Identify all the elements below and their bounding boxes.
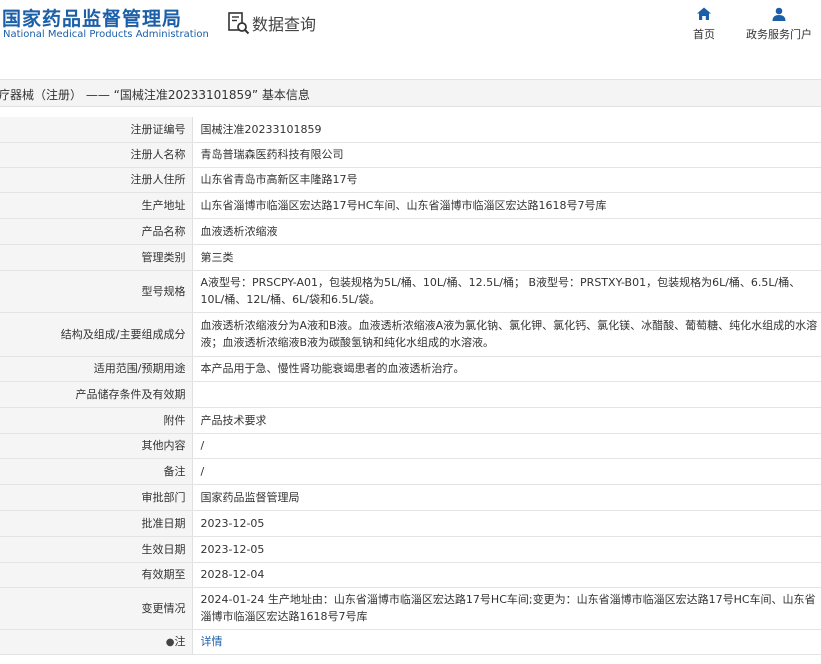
table-row: 结构及组成/主要组成成分 血液透析浓缩液分为A液和B液。血液透析浓缩液A液为氯化… xyxy=(0,312,821,357)
data-query-label: 数据查询 xyxy=(252,15,317,34)
row-value xyxy=(192,381,821,408)
details-link[interactable]: 详情 xyxy=(201,635,223,648)
row-label: 生产地址 xyxy=(0,192,193,219)
row-label: 审批部门 xyxy=(0,484,193,511)
table-row: 适用范围/预期用途 本产品用于急、慢性肾功能衰竭患者的血液透析治疗。 xyxy=(0,356,821,382)
row-value: A液型号：PRSCPY-A01，包装规格为5L/桶、10L/桶、12.5L/桶；… xyxy=(192,270,821,313)
nav-home-label: 首页 xyxy=(693,28,715,41)
note-label-cell: ●注 xyxy=(0,629,193,655)
nav-home[interactable]: 首页 xyxy=(664,6,744,42)
registration-detail-table: 注册证编号 国械注准20233101859 注册人名称 青岛普瑞森医药科技有限公… xyxy=(0,117,821,655)
row-label: 型号规格 xyxy=(0,270,193,313)
table-row: 注册证编号 国械注准20233101859 xyxy=(0,117,821,143)
data-query-heading: 数据查询 xyxy=(226,10,316,36)
row-value: 本产品用于急、慢性肾功能衰竭患者的血液透析治疗。 xyxy=(192,356,821,382)
row-label: 结构及组成/主要组成成分 xyxy=(0,312,193,357)
home-icon xyxy=(697,7,711,20)
table-row: 注册人名称 青岛普瑞森医药科技有限公司 xyxy=(0,142,821,168)
row-label: 变更情况 xyxy=(0,587,193,630)
row-label: 管理类别 xyxy=(0,244,193,271)
note-value-cell: 详情 xyxy=(192,629,821,655)
table-row: 有效期至 2028-12-04 xyxy=(0,562,821,588)
table-row: 其他内容 / xyxy=(0,433,821,459)
table-row: 生产地址 山东省淄博市临淄区宏达路17号HC车间、山东省淄博市临淄区宏达路161… xyxy=(0,192,821,219)
row-label: 生效日期 xyxy=(0,536,193,563)
row-value: 2028-12-04 xyxy=(192,562,821,588)
table-row: ●注 详情 xyxy=(0,629,821,655)
site-logo-subtitle: National Medical Products Administration xyxy=(3,29,209,40)
row-value: 2023-12-05 xyxy=(192,510,821,537)
row-value: 血液透析浓缩液 xyxy=(192,218,821,245)
site-logo-title[interactable]: 国家药品监督管理局 xyxy=(2,4,182,31)
row-value: 2024-01-24 生产地址由：山东省淄博市临淄区宏达路17号HC车间;变更为… xyxy=(192,587,821,630)
row-value: 国家药品监督管理局 xyxy=(192,484,821,511)
pin-icon: ● xyxy=(165,636,175,648)
row-value: 产品技术要求 xyxy=(192,407,821,434)
row-label: 产品名称 xyxy=(0,218,193,245)
nav-service-portal[interactable]: 政务服务门户 xyxy=(739,6,819,42)
row-label: 有效期至 xyxy=(0,562,193,588)
row-label: 注册证编号 xyxy=(0,117,193,143)
row-value: 2023-12-05 xyxy=(192,536,821,563)
row-label: 产品储存条件及有效期 xyxy=(0,381,193,408)
record-title-bar: 疗器械（注册） —— “国械注准20233101859” 基本信息 xyxy=(0,79,821,107)
row-label: 备注 xyxy=(0,458,193,485)
table-row: 批准日期 2023-12-05 xyxy=(0,510,821,537)
row-label: 注册人住所 xyxy=(0,167,193,193)
table-row: 型号规格 A液型号：PRSCPY-A01，包装规格为5L/桶、10L/桶、12.… xyxy=(0,270,821,313)
nav-service-label: 政务服务门户 xyxy=(746,28,812,41)
row-value: 国械注准20233101859 xyxy=(192,117,821,143)
table-row: 产品名称 血液透析浓缩液 xyxy=(0,218,821,245)
table-row: 产品储存条件及有效期 xyxy=(0,381,821,408)
table-row: 附件 产品技术要求 xyxy=(0,407,821,434)
row-value: 山东省青岛市高新区丰隆路17号 xyxy=(192,167,821,193)
row-label: 适用范围/预期用途 xyxy=(0,356,193,382)
record-title: 疗器械（注册） —— “国械注准20233101859” 基本信息 xyxy=(0,88,310,102)
row-label: 注册人名称 xyxy=(0,142,193,168)
row-value: 青岛普瑞森医药科技有限公司 xyxy=(192,142,821,168)
table-row: 管理类别 第三类 xyxy=(0,244,821,271)
note-label: 注 xyxy=(174,634,186,648)
table-row: 生效日期 2023-12-05 xyxy=(0,536,821,563)
table-row: 审批部门 国家药品监督管理局 xyxy=(0,484,821,511)
document-search-icon xyxy=(228,12,250,35)
row-value: 第三类 xyxy=(192,244,821,271)
site-header: 国家药品监督管理局 National Medical Products Admi… xyxy=(0,0,821,62)
row-value: / xyxy=(192,458,821,485)
row-label: 附件 xyxy=(0,407,193,434)
user-icon xyxy=(772,7,786,21)
row-value: 山东省淄博市临淄区宏达路17号HC车间、山东省淄博市临淄区宏达路1618号7号库 xyxy=(192,192,821,219)
row-value: / xyxy=(192,433,821,459)
row-label: 其他内容 xyxy=(0,433,193,459)
row-label: 批准日期 xyxy=(0,510,193,537)
table-row: 注册人住所 山东省青岛市高新区丰隆路17号 xyxy=(0,167,821,193)
table-row: 变更情况 2024-01-24 生产地址由：山东省淄博市临淄区宏达路17号HC车… xyxy=(0,587,821,630)
table-row: 备注 / xyxy=(0,458,821,485)
row-value: 血液透析浓缩液分为A液和B液。血液透析浓缩液A液为氯化钠、氯化钾、氯化钙、氯化镁… xyxy=(192,312,821,357)
